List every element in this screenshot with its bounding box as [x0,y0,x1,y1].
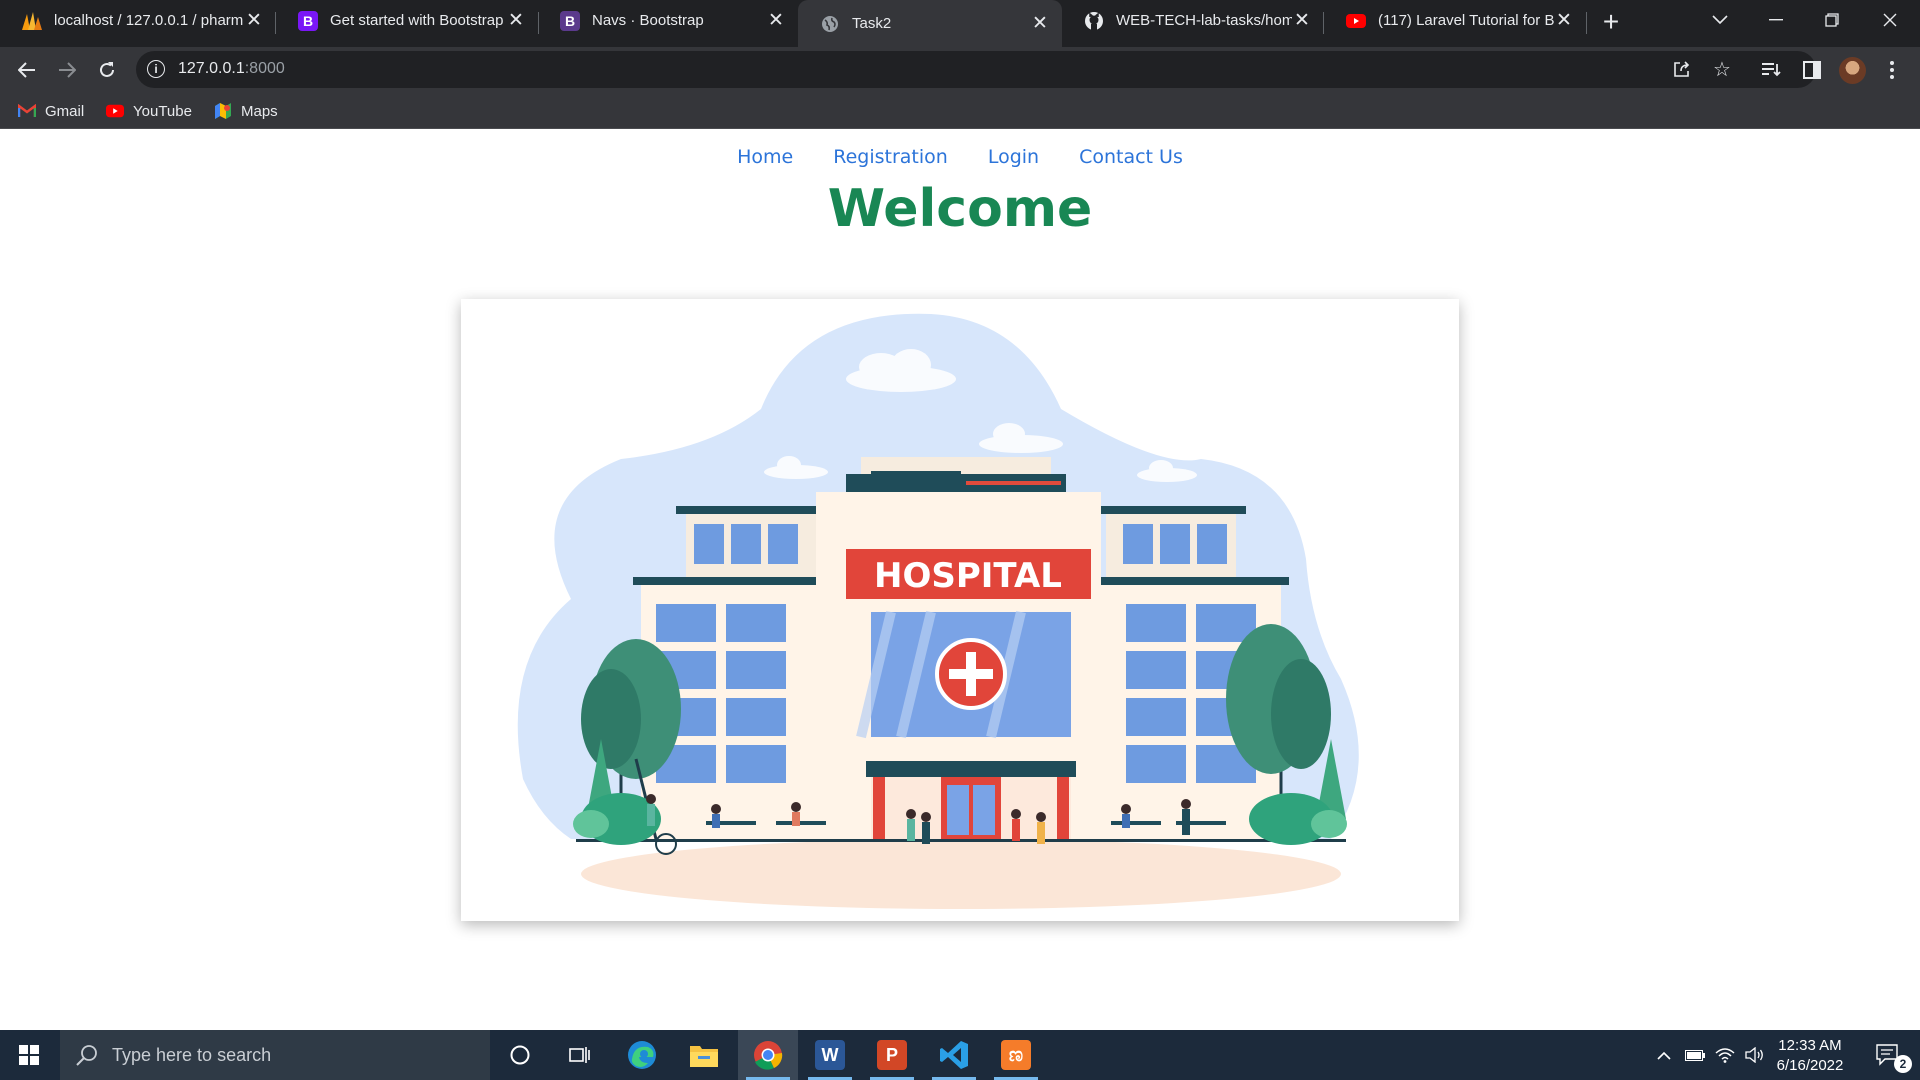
back-arrow-icon[interactable] [11,54,43,86]
bootstrap-icon: B [559,10,581,32]
search-icon [76,1045,97,1066]
nav-link-login[interactable]: Login [968,143,1059,171]
page-title: Welcome [827,179,1093,239]
tab-strip: localhost / 127.0.0.1 / pharm ✕ B Get st… [0,0,1920,47]
powerpoint-icon[interactable]: P [862,1030,922,1080]
bookmark-star-icon[interactable]: ☆ [1709,56,1735,82]
tab-divider [1586,12,1587,34]
close-tab-icon[interactable]: ✕ [766,10,786,31]
bookmark-maps[interactable]: Maps [214,99,278,123]
show-hidden-icons-chevron-icon[interactable] [1652,1030,1676,1080]
forward-arrow-icon[interactable] [51,54,83,86]
hospital-sign-text: HOSPITAL [874,556,1062,596]
clock-time: 12:33 AM [1778,1037,1842,1054]
phpmyadmin-icon [21,10,43,32]
close-tab-icon[interactable]: ✕ [244,10,264,31]
volume-icon[interactable] [1742,1030,1768,1080]
close-window-icon[interactable] [1862,0,1918,40]
nav-link-home[interactable]: Home [717,143,813,171]
main-nav: Home Registration Login Contact Us [0,143,1920,171]
edge-browser-icon[interactable] [612,1030,672,1080]
bookmark-label: YouTube [133,102,192,120]
reload-icon[interactable] [91,54,123,86]
notification-center-icon[interactable]: 2 [1860,1030,1916,1080]
bookmark-gmail[interactable]: Gmail [18,99,84,123]
youtube-icon [106,102,124,120]
tab-title: Task2 [852,15,892,32]
page-content: Home Registration Login Contact Us Welco… [0,129,1920,1030]
new-tab-plus-icon[interactable]: + [1596,6,1626,37]
share-icon[interactable] [1669,56,1695,82]
tab-title: localhost / 127.0.0.1 / pharm [54,12,244,29]
battery-icon[interactable] [1682,1030,1708,1080]
browser-toolbar: i 127.0.0.1:8000 ☆ [0,47,1920,92]
vscode-icon[interactable] [924,1030,984,1080]
address-bar[interactable]: i 127.0.0.1:8000 ☆ [136,51,1816,88]
globe-icon [819,13,841,35]
profile-avatar[interactable] [1839,57,1866,84]
hospital-illustration: HOSPITAL [517,313,1359,909]
bookmark-youtube[interactable]: YouTube [106,99,192,123]
bookmark-label: Gmail [45,102,85,120]
youtube-icon [1345,10,1367,32]
wifi-icon[interactable] [1712,1030,1738,1080]
file-explorer-icon[interactable] [674,1030,734,1080]
minimize-icon[interactable] [1748,0,1804,40]
windows-taskbar: Type here to search W P ಣ 12:33 AM 6/16/… [0,1030,1920,1080]
tab-youtube[interactable]: (117) Laravel Tutorial for Be ✕ [1324,0,1586,41]
tab-github[interactable]: WEB-TECH-lab-tasks/home ✕ [1062,0,1324,41]
tab-title: Get started with Bootstrap [330,12,504,29]
tab-task2[interactable]: Task2 ✕ [798,0,1062,47]
address-url[interactable]: 127.0.0.1:8000 [178,60,285,78]
clock-date: 6/16/2022 [1776,1057,1844,1074]
hospital-image-card: HOSPITAL [461,299,1459,921]
maps-icon [214,102,232,120]
side-panel-icon[interactable] [1796,54,1828,86]
windows-start-icon[interactable] [0,1030,58,1080]
address-host: 127.0.0.1 [178,60,245,77]
site-info-icon[interactable]: i [147,60,165,78]
task-view-icon[interactable] [550,1030,610,1080]
close-tab-icon[interactable]: ✕ [1554,10,1574,31]
close-tab-icon[interactable]: ✕ [506,10,526,31]
kebab-menu-icon[interactable] [1876,54,1908,86]
tab-bootstrap-navs[interactable]: B Navs · Bootstrap ✕ [538,0,798,41]
nav-link-registration[interactable]: Registration [813,143,968,171]
notification-count-badge: 2 [1894,1055,1912,1073]
taskbar-clock[interactable]: 12:33 AM 6/16/2022 [1770,1036,1850,1076]
tab-phpmyadmin[interactable]: localhost / 127.0.0.1 / pharm ✕ [0,0,276,41]
taskbar-search-box[interactable]: Type here to search [60,1030,490,1080]
chrome-taskbar-icon[interactable] [738,1030,798,1080]
tab-title: Navs · Bootstrap [592,12,704,29]
tab-title: (117) Laravel Tutorial for Be [1378,12,1554,29]
address-port: :8000 [244,60,285,77]
github-icon [1083,10,1105,32]
tab-title: WEB-TECH-lab-tasks/home [1116,12,1292,29]
bootstrap-icon: B [297,10,319,32]
bookmark-label: Maps [241,102,278,120]
xampp-icon[interactable]: ಣ [986,1030,1046,1080]
tab-bootstrap-start[interactable]: B Get started with Bootstrap ✕ [276,0,538,41]
reading-list-icon[interactable] [1755,54,1787,86]
tab-search-chevron-icon[interactable] [1692,0,1748,40]
close-tab-icon[interactable]: ✕ [1030,13,1050,34]
gmail-icon [18,102,36,120]
search-placeholder: Type here to search [112,1044,272,1065]
cortana-circle-icon[interactable] [490,1030,550,1080]
nav-link-contact-us[interactable]: Contact Us [1059,143,1203,171]
word-icon[interactable]: W [800,1030,860,1080]
bookmarks-bar: Gmail YouTube Maps [0,92,1920,129]
restore-icon[interactable] [1804,0,1860,40]
close-tab-icon[interactable]: ✕ [1292,10,1312,31]
